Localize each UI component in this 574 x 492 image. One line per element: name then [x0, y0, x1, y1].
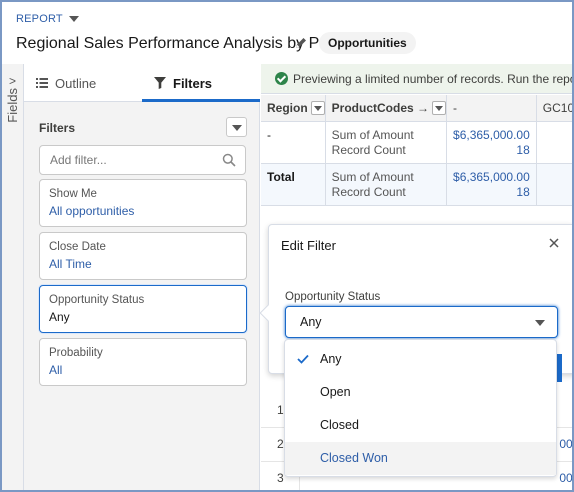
row-group-label: Total: [261, 163, 326, 206]
filters-panel: Outline Filters Filters Add filter... Sh…: [24, 64, 260, 490]
row-number: 1: [277, 403, 284, 417]
status-options-listbox: Any Open Closed Closed Won: [284, 339, 557, 477]
amount-value[interactable]: $6,365,000.00: [453, 128, 530, 143]
filter-card-value: All opportunities: [49, 204, 135, 218]
report-type-menu[interactable]: REPORT: [16, 13, 79, 25]
chevron-down-icon: [535, 320, 545, 326]
option-closed-won[interactable]: Closed Won: [285, 442, 556, 475]
measure-count-label: Record Count: [331, 142, 406, 157]
fields-rail[interactable]: > Fields: [2, 64, 24, 490]
preview-banner-text: Previewing a limited number of records. …: [293, 72, 572, 86]
funnel-icon: [154, 77, 166, 89]
filter-card-label: Probability: [49, 347, 103, 359]
column-header-productcodes[interactable]: ProductCodes →: [325, 95, 448, 122]
filter-card-close-date[interactable]: Close Date All Time: [39, 232, 247, 280]
column-header-label: Region: [267, 100, 308, 115]
filters-menu-button[interactable]: [226, 117, 247, 137]
report-type-pill: Opportunities: [319, 32, 416, 54]
check-icon: [297, 354, 309, 364]
table-row: - Sum of Amount Record Count $6,365,000.…: [261, 121, 572, 164]
count-value[interactable]: 18: [453, 143, 529, 158]
option-label: Open: [320, 385, 351, 399]
report-header: REPORT Regional Sales Performance Analys…: [2, 2, 572, 64]
row-group-label: -: [261, 121, 326, 164]
filter-card-probability[interactable]: Probability All: [39, 338, 247, 386]
selected-value: Any: [300, 315, 322, 329]
close-icon[interactable]: [547, 236, 561, 250]
column-header-label: ProductCodes: [331, 100, 414, 115]
column-menu-icon[interactable]: [310, 100, 325, 115]
panel-tabs: Outline Filters: [24, 64, 260, 102]
edit-filter-title: Edit Filter: [281, 238, 336, 253]
measure-labels: Sum of Amount Record Count: [325, 163, 448, 206]
filter-card-label: Show Me: [49, 188, 97, 200]
filter-card-show-me[interactable]: Show Me All opportunities: [39, 179, 247, 227]
count-value[interactable]: 18: [453, 185, 529, 200]
success-check-icon: [275, 72, 288, 85]
option-label: Closed Won: [320, 451, 388, 465]
row-value: 00.: [559, 437, 573, 451]
report-title: Regional Sales Performance Analysis by P: [16, 35, 320, 52]
add-filter-placeholder: Add filter...: [50, 153, 107, 167]
opportunity-status-select[interactable]: Any: [285, 306, 558, 338]
row-number: 2: [277, 437, 284, 451]
table-row-total: Total Sum of Amount Record Count $6,365,…: [261, 163, 572, 206]
column-header-gc104: GC104: [536, 95, 572, 122]
option-any[interactable]: Any: [285, 343, 556, 376]
row-value: 00.: [559, 471, 573, 485]
pencil-icon[interactable]: [294, 36, 308, 50]
tab-outline[interactable]: Outline: [36, 64, 96, 102]
tab-filters[interactable]: Filters: [154, 64, 212, 102]
report-label: REPORT: [16, 13, 63, 25]
column-menu-icon[interactable]: [432, 100, 446, 115]
empty-cell: [536, 163, 572, 206]
tab-filters-label: Filters: [173, 75, 213, 91]
fields-rail-label: Fields: [5, 88, 20, 123]
empty-cell: [536, 121, 572, 164]
active-tab-indicator: [142, 99, 260, 102]
filter-card-value: All Time: [49, 257, 92, 271]
list-icon: [36, 78, 48, 88]
filters-heading: Filters: [39, 121, 76, 135]
column-header-region[interactable]: Region: [261, 95, 326, 122]
filter-card-label: Opportunity Status: [49, 294, 145, 306]
option-closed[interactable]: Closed: [285, 409, 556, 442]
option-label: Closed: [320, 418, 359, 432]
value-cell: $6,365,000.00 18: [446, 121, 537, 164]
value-cell: $6,365,000.00 18: [446, 163, 537, 206]
measure-labels: Sum of Amount Record Count: [325, 121, 448, 164]
tab-outline-label: Outline: [55, 75, 97, 91]
option-label: Any: [320, 352, 342, 366]
app-window: REPORT Regional Sales Performance Analys…: [0, 0, 574, 492]
filter-card-value: All: [49, 363, 63, 377]
measure-sum-label: Sum of Amount: [331, 127, 414, 142]
measure-sum-label: Sum of Amount: [331, 169, 414, 184]
measure-count-label: Record Count: [331, 184, 406, 199]
filter-card-value: Any: [49, 310, 70, 324]
add-filter-input[interactable]: Add filter...: [39, 145, 246, 175]
search-icon: [222, 153, 236, 167]
amount-value[interactable]: $6,365,000.00: [453, 170, 530, 185]
arrow-right-icon: →: [417, 100, 430, 115]
row-number: 3: [277, 471, 284, 485]
filter-card-opportunity-status[interactable]: Opportunity Status Any: [39, 285, 247, 333]
chevron-right-icon[interactable]: >: [9, 74, 16, 88]
column-header-dash: -: [446, 95, 537, 122]
edit-filter-field-label: Opportunity Status: [285, 291, 381, 303]
caret-down-icon: [68, 16, 79, 22]
option-open[interactable]: Open: [285, 376, 556, 409]
preview-banner: Previewing a limited number of records. …: [261, 64, 572, 94]
filter-card-label: Close Date: [49, 241, 106, 253]
report-table: Region ProductCodes → - GC104 - Sum of A…: [261, 95, 572, 206]
